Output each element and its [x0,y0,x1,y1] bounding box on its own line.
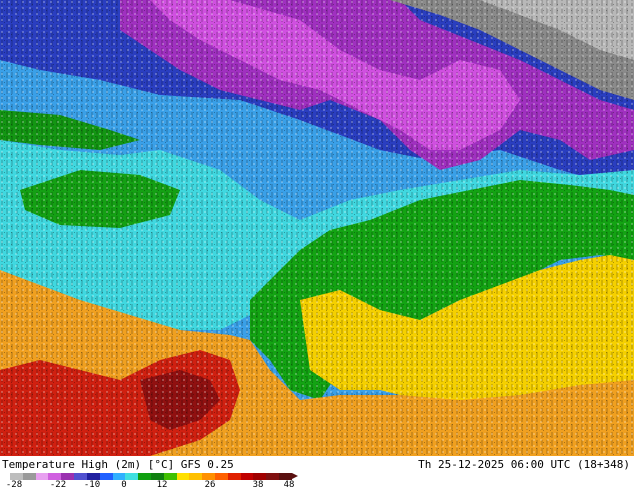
scale-segment [253,473,267,480]
scale-segment [10,473,23,480]
scale-segment [279,473,292,480]
forecast-datetime: Th 25-12-2025 06:00 UTC (18+348) [418,458,630,471]
temperature-map [0,0,634,456]
scale-tick: 26 [204,480,216,490]
scale-segment [138,473,151,480]
scale-segment [240,473,254,480]
scale-tick: -22 [49,480,67,490]
scale-segment [202,473,215,480]
scale-segment [215,473,228,480]
scale-segment [74,473,87,480]
color-scale [10,473,292,480]
scale-tick: -10 [83,480,101,490]
scale-segment [99,473,113,480]
scale-segment [86,473,100,480]
scale-segment [22,473,36,480]
scale-tick: 48 [283,480,295,490]
scale-tick: 38 [252,480,264,490]
scale-tick: 0 [121,480,127,490]
scale-segment [112,473,126,480]
scale-segment [150,473,164,480]
scale-segment [48,473,62,480]
scale-segment [163,473,177,480]
color-scale-arrow [292,473,298,479]
scale-segment [125,473,139,480]
scale-segment [227,473,241,480]
footer: Temperature High (2m) [°C] GFS 0.25 Th 2… [0,456,634,490]
scale-segment [176,473,190,480]
scale-segment [266,473,280,480]
scale-segment [189,473,203,480]
scale-tick: 12 [156,480,168,490]
map-title: Temperature High (2m) [°C] GFS 0.25 [2,458,234,471]
scale-tick: -28 [5,480,23,490]
scale-segment [61,473,75,480]
scale-segment [35,473,49,480]
